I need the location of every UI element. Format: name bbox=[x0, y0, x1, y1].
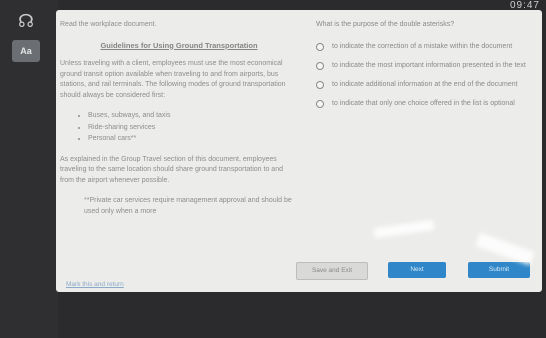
option-label: to indicate additional information at th… bbox=[332, 81, 518, 88]
footnote: **Private car services require managemen… bbox=[84, 197, 292, 215]
list-item: Personal cars** bbox=[88, 134, 298, 145]
option-label: to indicate that only one choice offered… bbox=[332, 100, 515, 107]
transport-list: Buses, subways, and taxis Ride-sharing s… bbox=[88, 111, 298, 145]
radio-button[interactable] bbox=[316, 43, 324, 51]
answer-pane: What is the purpose of the double asteri… bbox=[316, 18, 538, 118]
radio-button[interactable] bbox=[316, 62, 324, 70]
answer-option-1[interactable]: to indicate the correction of a mistake … bbox=[316, 42, 538, 52]
radio-button[interactable] bbox=[316, 81, 324, 89]
save-and-exit-button[interactable]: Save and Exit bbox=[296, 262, 368, 280]
radio-button[interactable] bbox=[316, 100, 324, 108]
document-title: Guidelines for Using Ground Transportati… bbox=[100, 40, 258, 50]
left-rail: ☊ Aa bbox=[0, 0, 58, 338]
mark-and-return-link[interactable]: Mark this and return bbox=[66, 281, 124, 288]
next-button[interactable]: Next bbox=[388, 262, 446, 278]
paragraph-1: Unless traveling with a client, employee… bbox=[60, 60, 286, 99]
screen-glare bbox=[373, 219, 435, 239]
option-label: to indicate the correction of a mistake … bbox=[332, 43, 513, 50]
reading-pane: Read the workplace document. Guidelines … bbox=[60, 16, 298, 286]
text-to-speech-icon[interactable]: Aa bbox=[12, 40, 40, 62]
option-label: to indicate the most important informati… bbox=[332, 62, 526, 69]
answer-option-4[interactable]: to indicate that only one choice offered… bbox=[316, 99, 538, 109]
bottom-toolbar: Mark this and return Save and Exit Next … bbox=[56, 257, 542, 292]
question-text: What is the purpose of the double asteri… bbox=[316, 21, 455, 28]
list-item: Buses, subways, and taxis bbox=[88, 111, 298, 122]
paragraph-2: As explained in the Group Travel section… bbox=[60, 155, 283, 184]
question-panel: Read the workplace document. Guidelines … bbox=[56, 10, 542, 292]
headphones-icon[interactable]: ☊ bbox=[12, 10, 40, 32]
answer-option-3[interactable]: to indicate additional information at th… bbox=[316, 80, 538, 90]
answer-option-2[interactable]: to indicate the most important informati… bbox=[316, 61, 538, 71]
submit-button[interactable]: Submit bbox=[468, 262, 530, 278]
instructions-text: Read the workplace document. bbox=[60, 21, 157, 28]
list-item: Ride-sharing services bbox=[88, 123, 298, 134]
